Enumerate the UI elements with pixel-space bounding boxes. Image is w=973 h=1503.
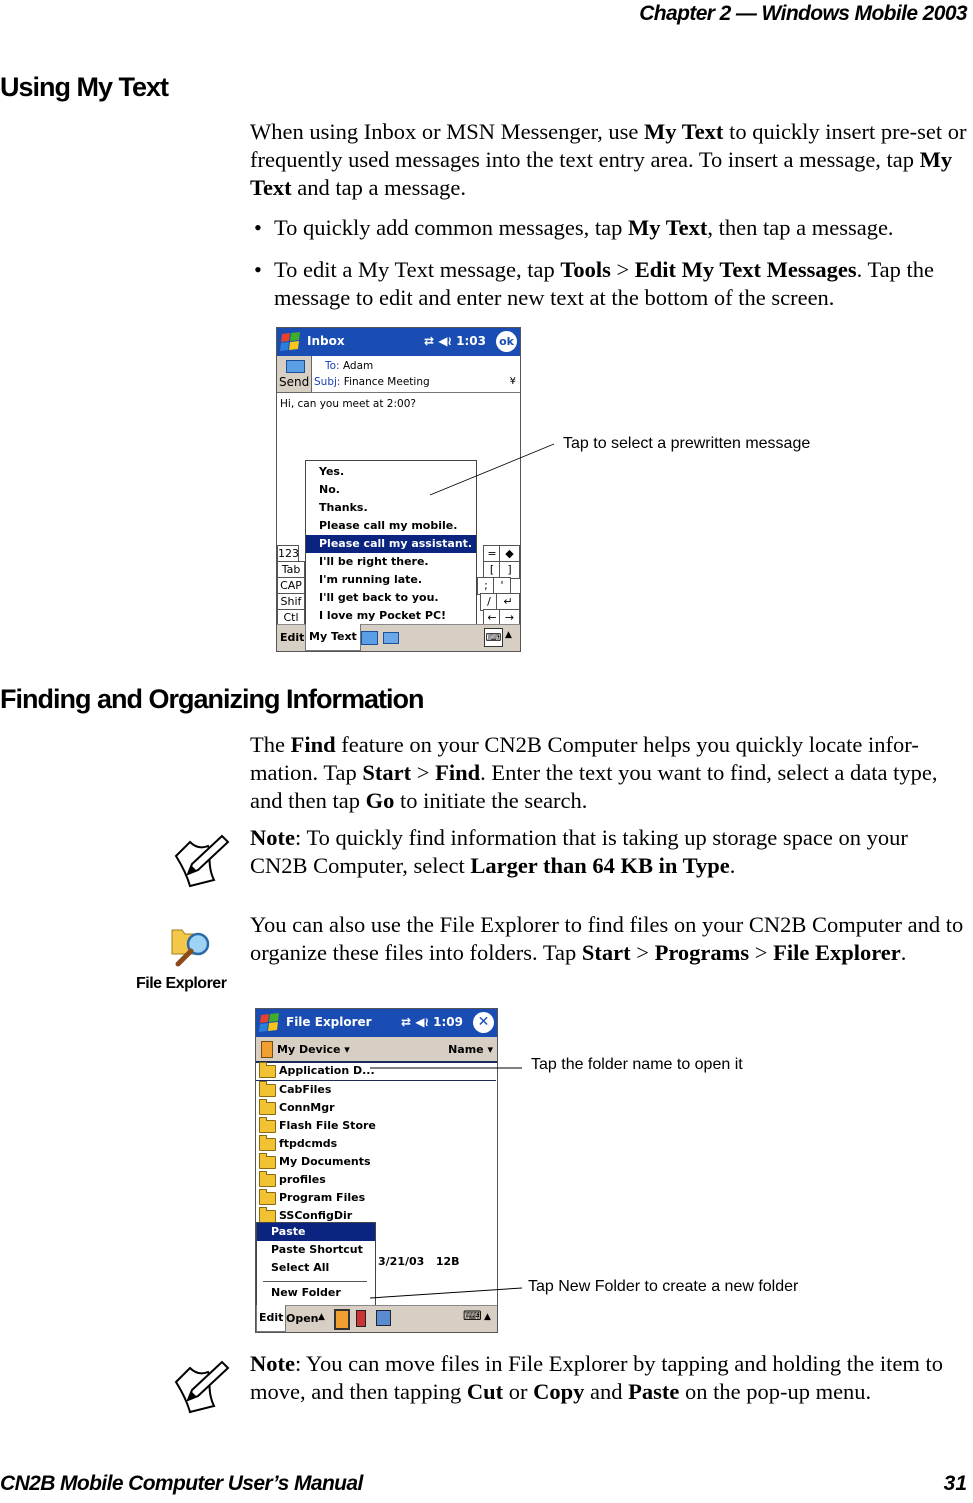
find-intro: The Find feature on your CN2B Computer h… <box>250 732 938 813</box>
folder-icon <box>259 1170 276 1187</box>
edit-menu-item[interactable]: Paste Shortcut <box>257 1241 375 1259</box>
keyboard-icon[interactable]: ⌨ <box>484 628 503 647</box>
subject-field[interactable]: Subj: Finance Meeting <box>314 376 430 388</box>
file-explorer-icon-label: File Explorer <box>136 975 227 992</box>
file-explorer-program: File Explorer <box>136 920 242 1000</box>
location-dropdown[interactable]: My Device ▾ <box>277 1043 350 1056</box>
my-text-item[interactable]: Thanks. <box>306 499 476 517</box>
inbox-title-bar: Inbox ⇄ ◀≀ 1:03 ok <box>277 328 520 356</box>
folder-icon <box>259 1116 276 1133</box>
clock[interactable]: 1:03 <box>456 334 486 348</box>
send-button[interactable]: Send <box>277 356 312 393</box>
clock[interactable]: 1:09 <box>433 1015 463 1029</box>
note-find-storage: Note: To quickly find information that i… <box>250 825 908 878</box>
edit-menu-item[interactable]: Paste <box>257 1223 375 1241</box>
note-pencil-icon <box>174 1360 230 1414</box>
edit-menu-item[interactable]: Select All <box>257 1259 375 1277</box>
bullet-item: • To edit a My Text message, tap Tools >… <box>254 257 935 310</box>
page-number: 31 <box>943 1472 967 1495</box>
folder-icon <box>259 1206 276 1223</box>
volume-icon[interactable]: ◀≀ <box>438 334 452 348</box>
callout-open-folder: Tap the folder name to open it <box>531 1056 743 1073</box>
running-head: Chapter 2 — Windows Mobile 2003 <box>639 2 967 25</box>
callout-line <box>429 443 555 496</box>
keyboard-icon[interactable]: ⌨ <box>463 1309 482 1324</box>
file-explorer-title-bar: File Explorer ⇄ ◀≀ 1:09 ✕ <box>256 1009 497 1037</box>
file-explorer-icon <box>171 929 210 967</box>
folder-icon <box>259 1098 276 1115</box>
header-divider <box>311 392 520 393</box>
emoticon-icon[interactable] <box>383 632 399 644</box>
expand-header-icon[interactable]: ¥ <box>510 376 516 387</box>
my-text-item[interactable]: I'll be right there. <box>306 553 476 571</box>
footer-manual-title: CN2B Mobile Computer User’s Manual <box>0 1472 363 1495</box>
command-bar: Edit Open ▲ ⌨ ▲ <box>256 1305 497 1332</box>
my-text-menu-button[interactable]: My Text <box>305 624 361 651</box>
connectivity-icon[interactable]: ⇄ <box>424 334 434 348</box>
storage-card-icon[interactable] <box>356 1310 366 1327</box>
section-title-finding-organizing: Finding and Organizing Information <box>0 684 424 714</box>
my-text-item[interactable]: I'm running late. <box>306 571 476 589</box>
bullet-item: • To quickly add common messages, tap My… <box>254 215 894 240</box>
my-text-item[interactable]: I love my Pocket PC! <box>306 607 476 625</box>
windows-start-icon[interactable] <box>258 1011 282 1035</box>
status-area[interactable]: ⇄ ◀≀ 1:09 <box>401 1015 463 1029</box>
input-selector-arrow-icon[interactable]: ▲ <box>484 1312 491 1322</box>
note-move-files: Note: You can move files in File Explore… <box>250 1351 944 1404</box>
my-device-icon[interactable] <box>334 1309 350 1330</box>
my-text-intro: When using Inbox or MSN Messenger, use M… <box>250 119 967 200</box>
device-icon <box>261 1041 273 1058</box>
app-title: File Explorer <box>286 1015 372 1029</box>
folder-icon <box>259 1152 276 1169</box>
address-card-icon[interactable] <box>361 631 378 645</box>
windows-start-icon[interactable] <box>279 330 303 354</box>
bullet-icon: • <box>254 257 262 282</box>
callout-lines <box>370 1067 523 1299</box>
app-title: Inbox <box>307 334 345 348</box>
menu-separator <box>263 1281 367 1282</box>
close-icon[interactable]: ✕ <box>473 1012 494 1033</box>
status-area[interactable]: ⇄ ◀≀ 1:03 <box>424 334 486 348</box>
envelope-icon <box>286 360 305 373</box>
my-text-item[interactable]: I'll get back to you. <box>306 589 476 607</box>
my-text-item[interactable]: Please call my mobile. <box>306 517 476 535</box>
folder-icon <box>259 1188 276 1205</box>
network-icon[interactable] <box>376 1310 391 1326</box>
volume-icon[interactable]: ◀≀ <box>415 1015 429 1029</box>
folder-icon <box>259 1080 276 1097</box>
command-bar: Edit My Text ⌨ ▲ <box>277 624 520 651</box>
message-body[interactable]: Hi, can you meet at 2:00? <box>280 398 416 410</box>
section-title-using-my-text: Using My Text <box>0 72 169 102</box>
note-pencil-icon <box>174 834 230 888</box>
edit-popup-menu: Paste Paste Shortcut Select All New Folder <box>256 1222 376 1308</box>
up-arrow-icon[interactable]: ▲ <box>318 1312 325 1322</box>
input-selector-arrow-icon[interactable]: ▲ <box>505 630 512 640</box>
callout-prewritten-message: Tap to select a prewritten message <box>563 435 811 452</box>
bullet-icon: • <box>254 215 262 240</box>
file-explorer-para: You can also use the File Explorer to fi… <box>250 912 964 965</box>
edit-menu-item[interactable]: New Folder <box>257 1284 375 1302</box>
edit-menu[interactable]: Edit <box>280 631 304 644</box>
open-menu-button[interactable]: Open <box>286 1312 319 1325</box>
folder-icon <box>259 1061 276 1078</box>
callout-new-folder: Tap New Folder to create a new folder <box>528 1278 799 1295</box>
connectivity-icon[interactable]: ⇄ <box>401 1015 411 1029</box>
my-text-item[interactable]: Please call my assistant. <box>306 535 476 553</box>
to-field[interactable]: To: Adam <box>325 360 373 372</box>
ok-button[interactable]: ok <box>496 331 517 352</box>
edit-menu-button[interactable]: Edit <box>256 1305 287 1332</box>
sort-dropdown[interactable]: Name ▾ <box>448 1043 493 1056</box>
folder-icon <box>259 1134 276 1151</box>
